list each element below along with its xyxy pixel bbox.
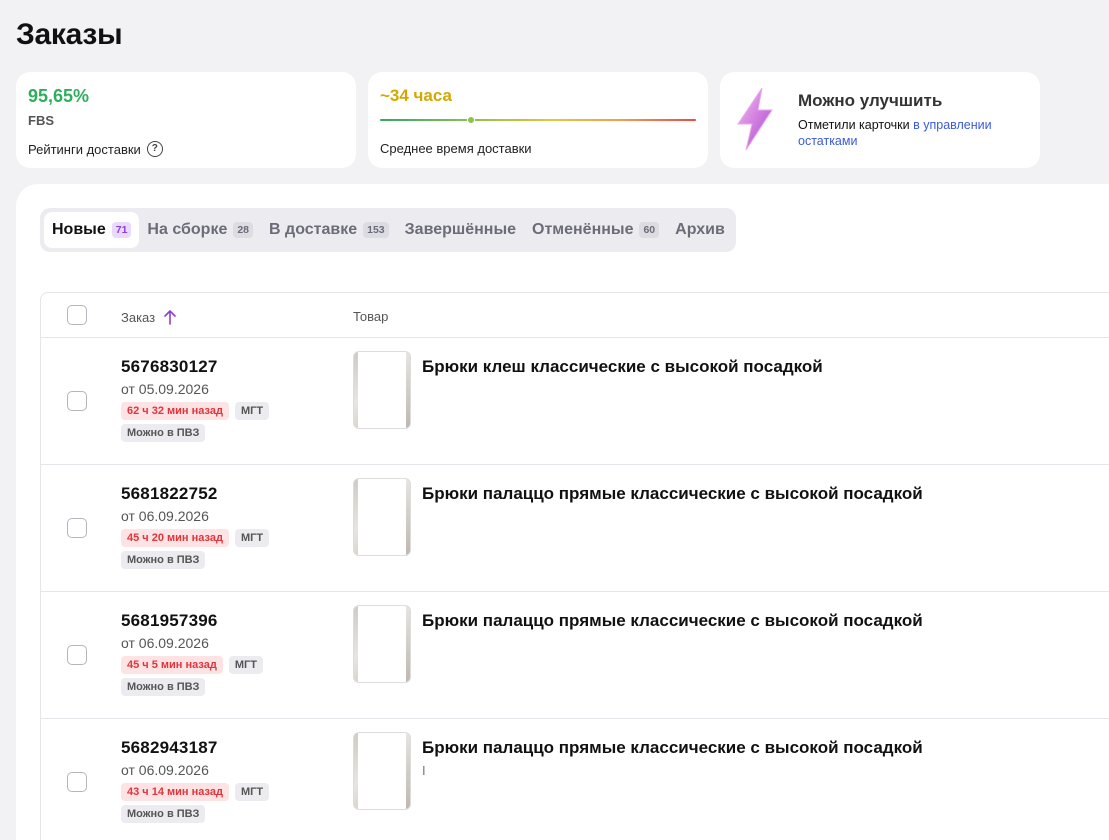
rating-label: Рейтинги доставки [28,141,141,157]
order-age-badge: 43 ч 14 мин назад [121,783,229,801]
product-thumbnail[interactable] [353,478,411,556]
table-row[interactable]: 5681957396 от 06.09.2026 45 ч 5 мин наза… [41,592,1109,719]
product-name[interactable]: Брюки клеш классические с высокой посадк… [422,357,823,377]
table-row[interactable]: 5681822752 от 06.09.2026 45 ч 20 мин наз… [41,465,1109,592]
order-age-badge: 62 ч 32 мин назад [121,402,229,420]
tab-label: Архив [675,221,725,238]
row-checkbox[interactable] [67,391,87,411]
thumbnail-mask [358,606,406,682]
product-name[interactable]: Брюки палаццо прямые классические с высо… [422,484,923,504]
orders-table: Заказ Товар 5676830127 от 05.09.2026 62 … [40,292,1109,840]
table-row[interactable]: 5682943187 от 06.09.2026 43 ч 14 мин наз… [41,719,1109,840]
table-row[interactable]: 5676830127 от 05.09.2026 62 ч 32 мин наз… [41,338,1109,465]
tab-assembly[interactable]: На сборке 28 [139,212,261,248]
order-date: от 06.09.2026 [121,762,209,778]
table-header: Заказ Товар [41,293,1109,338]
help-icon[interactable]: ? [146,141,163,157]
product-details: I [422,763,426,778]
order-number[interactable]: 5682943187 [121,738,218,758]
order-tags-secondary: Можно в ПВЗ [121,424,206,442]
order-date: от 06.09.2026 [121,635,209,651]
tab-count-badge: 71 [111,222,132,238]
delivery-time-label: Среднее время доставки [380,141,532,156]
tab-delivery[interactable]: В доставке 153 [261,212,397,248]
sort-ascending-icon[interactable] [163,309,177,325]
product-thumbnail[interactable] [353,732,411,810]
tab-count-badge: 153 [363,222,389,238]
improve-text: Отметили карточки в управлении остатками [798,117,1034,149]
tab-count-badge: 28 [233,222,254,238]
order-date: от 05.09.2026 [121,381,209,397]
pickup-point-badge: Можно в ПВЗ [121,678,206,696]
order-tags-secondary: Можно в ПВЗ [121,678,206,696]
order-tags: 45 ч 20 мин назад МГТ [121,529,270,547]
tab-label: Новые [52,221,106,238]
order-age-badge: 45 ч 5 мин назад [121,656,223,674]
order-tags: 45 ч 5 мин назад МГТ [121,656,263,674]
pickup-point-badge: Можно в ПВЗ [121,551,206,569]
column-header-order-label: Заказ [121,309,156,325]
improve-title: Можно улучшить [798,91,943,110]
product-name[interactable]: Брюки палаццо прямые классические с высо… [422,738,923,758]
improve-text-body: Отметили карточки [798,118,914,132]
row-checkbox[interactable] [67,645,87,665]
thumbnail-mask [358,733,406,809]
rating-value: 95,65% [28,86,90,106]
pickup-point-badge: Можно в ПВЗ [121,424,206,442]
warehouse-badge: МГТ [228,656,263,674]
page-title: Заказы [16,18,123,51]
tab-count-badge: 60 [639,222,660,238]
product-thumbnail[interactable] [353,351,411,429]
delivery-time-marker [467,116,475,124]
thumbnail-mask [358,352,406,428]
tab-new[interactable]: Новые 71 [44,212,140,248]
tab-label: В доставке [269,221,358,238]
order-number[interactable]: 5681957396 [121,611,218,631]
column-header-product: Товар [353,309,389,324]
warehouse-badge: МГТ [234,783,270,801]
order-number[interactable]: 5676830127 [121,357,218,377]
tab-cancelled[interactable]: Отменённые 60 [524,212,667,248]
rating-label-row: Рейтинги доставки ? [28,141,163,157]
pickup-point-badge: Можно в ПВЗ [121,805,206,823]
warehouse-badge: МГТ [234,529,270,547]
order-status-tabs: Новые 71 На сборке 28 В доставке 153 Зав… [40,208,736,252]
improve-card[interactable]: Можно улучшить Отметили карточки в управ… [720,72,1040,168]
delivery-time-scale [380,119,696,121]
order-age-badge: 45 ч 20 мин назад [121,529,229,547]
product-name[interactable]: Брюки палаццо прямые классические с высо… [422,611,923,631]
row-checkbox[interactable] [67,518,87,538]
rating-scheme: FBS [28,113,54,128]
column-header-order[interactable]: Заказ [121,309,177,325]
tab-archive[interactable]: Архив [667,212,733,248]
tab-completed[interactable]: Завершённые [397,212,524,248]
delivery-time-card[interactable]: ~34 часа Среднее время доставки [368,72,708,168]
delivery-time-value: ~34 часа [380,86,453,105]
lightning-icon [737,87,773,151]
tab-label: Отменённые [532,221,634,238]
order-date: от 06.09.2026 [121,508,209,524]
product-thumbnail[interactable] [353,605,411,683]
tab-label: На сборке [147,221,228,238]
order-number[interactable]: 5681822752 [121,484,218,504]
select-all-checkbox[interactable] [67,305,87,325]
row-checkbox[interactable] [67,772,87,792]
order-tags: 62 ч 32 мин назад МГТ [121,402,270,420]
thumbnail-mask [358,479,406,555]
order-tags-secondary: Можно в ПВЗ [121,551,206,569]
delivery-rating-card[interactable]: 95,65% FBS Рейтинги доставки ? [16,72,356,168]
order-tags-secondary: Можно в ПВЗ [121,805,206,823]
warehouse-badge: МГТ [234,402,270,420]
tab-label: Завершённые [404,221,516,238]
order-tags: 43 ч 14 мин назад МГТ [121,783,270,801]
